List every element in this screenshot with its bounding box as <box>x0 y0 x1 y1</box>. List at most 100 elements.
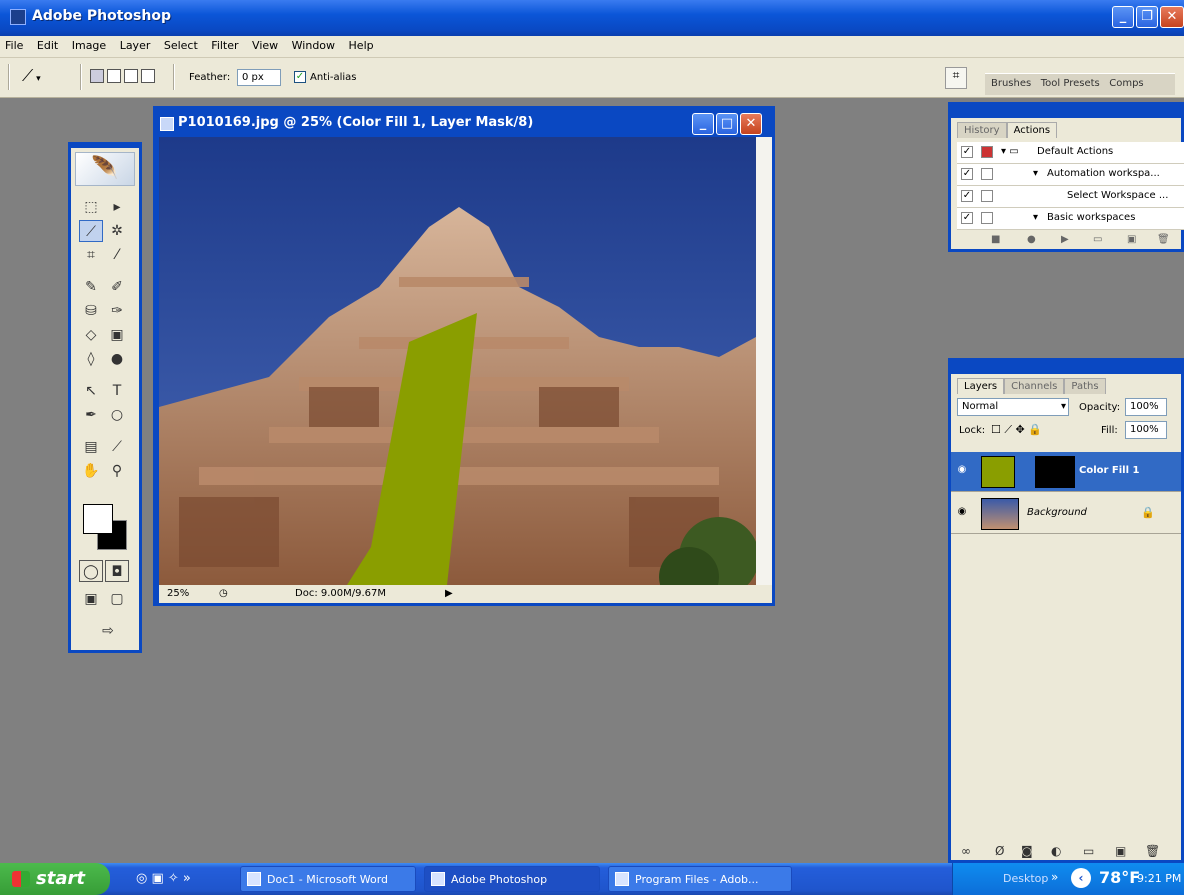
record-icon[interactable]: ● <box>1027 234 1036 245</box>
trash-icon[interactable]: 🗑 <box>1145 844 1160 858</box>
doc-minimize-button[interactable]: _ <box>692 113 714 135</box>
layer-row-background[interactable]: ◉ Background 🔒 <box>951 494 1181 534</box>
notes-tool-icon[interactable]: ▤ <box>79 436 103 458</box>
doc-close-button[interactable]: ✕ <box>740 113 762 135</box>
standard-mode-icon[interactable]: ◯ <box>79 560 103 582</box>
adjustment-layer-icon[interactable]: ◐ <box>1051 844 1061 858</box>
minimize-button[interactable]: _ <box>1112 6 1134 28</box>
blend-mode-select[interactable]: Normal ▾ <box>957 398 1069 416</box>
lasso-tool-icon[interactable]: ⟋ <box>79 220 103 242</box>
new-selection-button[interactable] <box>90 69 104 83</box>
opacity-input[interactable]: 100% <box>1125 398 1167 416</box>
layer-mask-thumbnail[interactable] <box>1035 456 1075 488</box>
eyedropper-tool-icon[interactable]: ⟋ <box>105 436 129 458</box>
menu-view[interactable]: View <box>247 36 283 55</box>
add-to-selection-button[interactable] <box>107 69 121 83</box>
zoom-tool-icon[interactable]: ⚲ <box>105 460 129 482</box>
new-set-icon[interactable]: ▭ <box>1093 234 1102 245</box>
feather-input[interactable]: 0 px <box>237 69 281 86</box>
quick-mask-mode-icon[interactable]: ◘ <box>105 560 129 582</box>
close-button[interactable]: ✕ <box>1160 6 1184 28</box>
clone-stamp-tool-icon[interactable]: ⛁ <box>79 300 103 322</box>
restore-button[interactable]: ❐ <box>1136 6 1158 28</box>
action-row[interactable]: ✓ ▾ Basic workspaces <box>957 208 1184 230</box>
action-row[interactable]: ✓ Select Workspace ... <box>957 186 1184 208</box>
status-menu-icon[interactable]: ◷ <box>219 588 228 599</box>
eye-icon[interactable]: ◉ <box>955 506 969 520</box>
action-toggle-check[interactable]: ✓ <box>961 168 973 180</box>
action-row[interactable]: ✓ ▾ Automation workspa... <box>957 164 1184 186</box>
subtract-from-selection-button[interactable] <box>124 69 138 83</box>
shape-tool-icon[interactable]: ○ <box>105 404 129 426</box>
stop-icon[interactable]: ■ <box>991 234 1000 245</box>
intersect-selection-button[interactable] <box>141 69 155 83</box>
dodge-tool-icon[interactable]: ● <box>105 348 129 370</box>
file-browser-icon[interactable]: ⌗ <box>945 67 967 89</box>
slice-tool-icon[interactable]: ⁄ <box>105 244 129 266</box>
dialog-toggle[interactable] <box>981 168 993 180</box>
jump-to-imageready-icon[interactable]: ⇨ <box>91 620 125 642</box>
status-arrow-icon[interactable]: ▶ <box>445 588 453 599</box>
layer-comps-tab[interactable]: Comps <box>1109 78 1143 89</box>
tab-paths[interactable]: Paths <box>1064 378 1106 394</box>
menu-select[interactable]: Select <box>159 36 203 55</box>
hand-tool-icon[interactable]: ✋ <box>79 460 103 482</box>
menu-layer[interactable]: Layer <box>115 36 156 55</box>
type-tool-icon[interactable]: T <box>105 380 129 402</box>
tab-channels[interactable]: Channels <box>1004 378 1065 394</box>
eye-icon[interactable]: ◉ <box>955 464 969 478</box>
dialog-toggle[interactable] <box>981 190 993 202</box>
action-row[interactable]: ✓ ▾ ▭ Default Actions <box>957 142 1184 164</box>
layer-style-icon[interactable]: Ø <box>995 844 1004 858</box>
brush-tool-icon[interactable]: ✐ <box>105 276 129 298</box>
dialog-toggle[interactable] <box>981 212 993 224</box>
photoshop-feather-logo[interactable]: 🪶 <box>75 152 135 186</box>
trash-icon[interactable]: 🗑 <box>1157 234 1170 245</box>
new-action-icon[interactable]: ▣ <box>1127 234 1136 245</box>
task-program-files[interactable]: Program Files - Adob... <box>608 866 792 892</box>
action-toggle-check[interactable]: ✓ <box>961 190 973 202</box>
dialog-toggle[interactable] <box>981 146 993 158</box>
menu-image[interactable]: Image <box>67 36 111 55</box>
task-word[interactable]: Doc1 - Microsoft Word <box>240 866 416 892</box>
zoom-level[interactable]: 25% <box>167 588 189 599</box>
move-tool-icon[interactable]: ▸ <box>105 196 129 218</box>
menu-file[interactable]: File <box>0 36 28 55</box>
layer-row-color-fill[interactable]: ◉ Color Fill 1 <box>951 452 1181 492</box>
add-mask-icon[interactable]: ◙ <box>1021 844 1033 858</box>
antialias-checkbox[interactable]: ✓ <box>294 71 306 83</box>
magic-wand-tool-icon[interactable]: ✲ <box>105 220 129 242</box>
fill-input[interactable]: 100% <box>1125 421 1167 439</box>
link-icon[interactable]: ∞ <box>961 844 971 858</box>
foreground-color-swatch[interactable] <box>83 504 113 534</box>
eraser-tool-icon[interactable]: ◇ <box>79 324 103 346</box>
tab-layers[interactable]: Layers <box>957 378 1005 394</box>
doc-maximize-button[interactable]: □ <box>716 113 738 135</box>
path-selection-tool-icon[interactable]: ↖ <box>79 380 103 402</box>
tab-history[interactable]: History <box>957 122 1007 138</box>
full-screen-mode-icon[interactable]: ▢ <box>105 588 129 610</box>
expand-triangle-icon[interactable]: ▾ <box>1033 212 1038 223</box>
new-layer-icon[interactable]: ▣ <box>1115 844 1126 858</box>
play-icon[interactable]: ▶ <box>1061 234 1069 245</box>
gradient-tool-icon[interactable]: ▣ <box>105 324 129 346</box>
tool-presets-tab[interactable]: Tool Presets <box>1041 78 1100 89</box>
weather-icon[interactable]: ‹ <box>1071 868 1091 888</box>
brushes-tab[interactable]: Brushes <box>991 78 1031 89</box>
healing-brush-tool-icon[interactable]: ✎ <box>79 276 103 298</box>
screen-mode-icon[interactable]: ▣ <box>79 588 103 610</box>
tool-preset-picker[interactable]: ⟋ ▾ <box>22 66 72 88</box>
action-toggle-check[interactable]: ✓ <box>961 146 973 158</box>
tab-actions[interactable]: Actions <box>1006 122 1058 138</box>
desktop-toolbar-label[interactable]: Desktop <box>1003 872 1048 885</box>
lock-icons[interactable]: ☐ ⟋ ✥ 🔒 <box>991 423 1042 437</box>
pen-tool-icon[interactable]: ✒ <box>79 404 103 426</box>
vertical-scrollbar[interactable] <box>756 137 772 585</box>
menu-help[interactable]: Help <box>344 36 379 55</box>
image-canvas[interactable] <box>159 137 756 585</box>
task-photoshop[interactable]: Adobe Photoshop <box>424 866 600 892</box>
marquee-tool-icon[interactable]: ⬚ <box>79 196 103 218</box>
start-button[interactable]: start <box>0 863 110 895</box>
crop-tool-icon[interactable]: ⌗ <box>79 244 103 266</box>
action-toggle-check[interactable]: ✓ <box>961 212 973 224</box>
